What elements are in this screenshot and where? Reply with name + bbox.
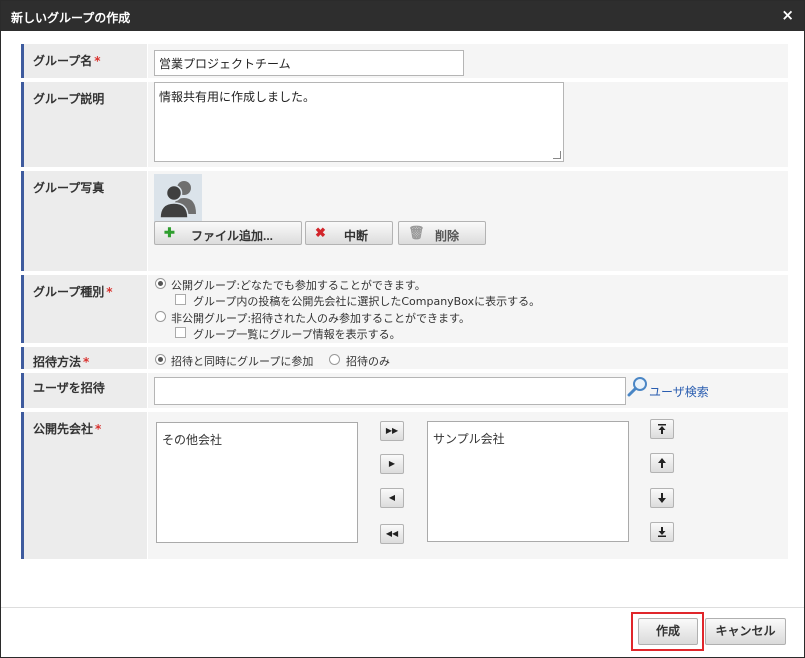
- x-icon: ✖: [315, 225, 326, 240]
- list-item[interactable]: その他会社: [162, 431, 222, 448]
- dialog-titlebar: 新しいグループの作成 ×: [1, 1, 804, 31]
- delete-photo-button[interactable]: 🗑 削除: [398, 221, 486, 245]
- group-photo-image: [154, 174, 202, 222]
- invite-only-label: 招待のみ: [346, 355, 390, 368]
- required-mark: *: [95, 422, 102, 436]
- public-group-option-label: 公開グループ:どなたでも参加することができます。: [171, 279, 426, 292]
- group-description-textarea[interactable]: 情報共有用に作成しました。: [154, 82, 564, 162]
- move-left-button[interactable]: ◀: [380, 488, 404, 508]
- group-description-label: グループ説明: [21, 82, 147, 167]
- radio-public-group[interactable]: [155, 278, 166, 289]
- move-bottom-icon: [658, 527, 666, 537]
- move-top-icon: [658, 424, 666, 434]
- group-name-label: グループ名 *: [21, 44, 147, 78]
- group-form: グループ名* グループ説明 情報共有用に作成しました。 グループ写真: [21, 44, 788, 563]
- user-search-link[interactable]: ユーザ検索: [649, 383, 709, 400]
- group-photo-label: グループ写真: [21, 171, 147, 271]
- show-posts-option-label: グループ内の投稿を公開先会社に選択したCompanyBoxに表示する。: [193, 295, 541, 308]
- invite-method-label: 招待方法 *: [21, 347, 147, 369]
- create-group-dialog: 新しいグループの作成 × グループ名* グループ説明 情報共有用に作成しました。: [0, 0, 805, 658]
- dialog-title: 新しいグループの作成: [11, 11, 131, 25]
- radio-invite-only[interactable]: [329, 354, 340, 365]
- private-group-option-label: 非公開グループ:招待された人のみ参加することができます。: [171, 312, 470, 325]
- arrow-up-icon: [658, 458, 666, 468]
- move-bottom-button[interactable]: [650, 522, 674, 542]
- move-up-button[interactable]: [650, 453, 674, 473]
- invite-and-join-label: 招待と同時にグループに参加: [171, 355, 314, 368]
- invite-user-label: ユーザを招待: [21, 373, 147, 408]
- cancel-upload-button[interactable]: ✖ 中断: [305, 221, 393, 245]
- cancel-button[interactable]: キャンセル: [705, 618, 786, 645]
- public-company-row: 公開先会社 * その他会社 ▶▶ ▶ ◀ ◀◀ サンプル会社: [21, 412, 788, 563]
- move-right-button[interactable]: ▶: [380, 454, 404, 474]
- available-companies-list[interactable]: その他会社: [156, 422, 358, 543]
- group-name-input[interactable]: [154, 50, 464, 76]
- search-icon[interactable]: [627, 376, 649, 398]
- show-posts-checkbox[interactable]: [175, 294, 186, 305]
- group-photo-row: グループ写真 ✚ ファイル追加... ✖ 中断 🗑 削除: [21, 171, 788, 275]
- group-name-row: グループ名 *: [21, 44, 788, 82]
- radio-invite-and-join[interactable]: [155, 354, 166, 365]
- group-type-label: グループ種別 *: [21, 275, 147, 343]
- selected-companies-list[interactable]: サンプル会社: [427, 421, 629, 542]
- show-in-list-option-label: グループ一覧にグループ情報を表示する。: [193, 328, 401, 341]
- public-company-label: 公開先会社 *: [21, 412, 147, 559]
- show-in-list-checkbox[interactable]: [175, 327, 186, 338]
- arrow-down-icon: [658, 493, 666, 503]
- invite-method-row: 招待方法 * 招待と同時にグループに参加 招待のみ: [21, 347, 788, 373]
- plus-icon: ✚: [164, 225, 175, 240]
- group-avatar-icon: [159, 181, 196, 219]
- group-type-row: グループ種別 * 公開グループ:どなたでも参加することができます。 グループ内の投…: [21, 275, 788, 347]
- group-description-row: グループ説明 情報共有用に作成しました。: [21, 82, 788, 171]
- resize-grip-icon[interactable]: [553, 151, 561, 159]
- invite-user-row: ユーザを招待 ユーザ検索: [21, 373, 788, 412]
- radio-private-group[interactable]: [155, 311, 166, 322]
- required-mark: *: [83, 355, 90, 369]
- move-all-right-button[interactable]: ▶▶: [380, 421, 404, 441]
- invite-user-input[interactable]: [154, 377, 626, 405]
- trash-icon: 🗑: [408, 225, 425, 240]
- list-item[interactable]: サンプル会社: [433, 430, 505, 447]
- close-icon[interactable]: ×: [781, 7, 794, 23]
- required-mark: *: [106, 285, 113, 299]
- move-down-button[interactable]: [650, 488, 674, 508]
- required-mark: *: [94, 54, 101, 68]
- move-top-button[interactable]: [650, 419, 674, 439]
- move-all-left-button[interactable]: ◀◀: [380, 524, 404, 544]
- create-button[interactable]: 作成: [638, 618, 698, 645]
- add-file-button[interactable]: ✚ ファイル追加...: [154, 221, 302, 245]
